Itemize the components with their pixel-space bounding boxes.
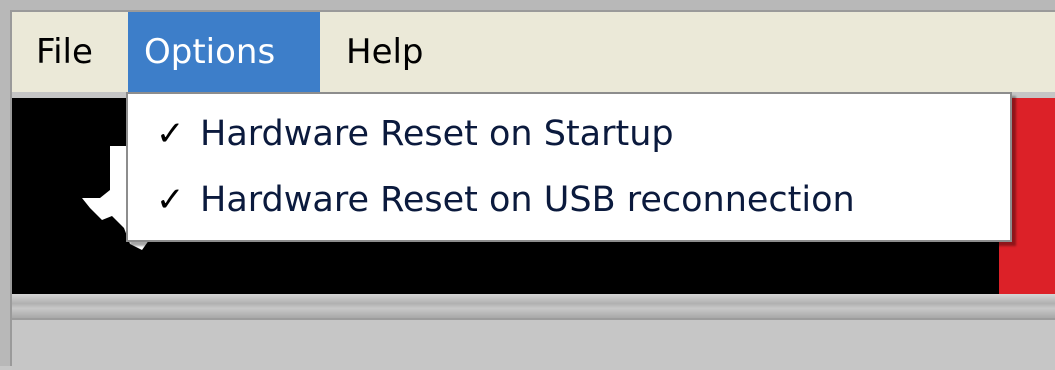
menu-options[interactable]: Options: [128, 12, 320, 92]
window-frame-top: [0, 0, 1055, 10]
menu-bar: File Options Help: [12, 12, 1055, 92]
window-frame-left: [0, 0, 10, 366]
options-dropdown-menu: ✓ Hardware Reset on Startup ✓ Hardware R…: [126, 92, 1012, 242]
menu-item-hardware-reset-startup[interactable]: ✓ Hardware Reset on Startup: [128, 102, 1010, 166]
menu-item-label: Hardware Reset on Startup: [200, 114, 674, 154]
menu-item-hardware-reset-usb[interactable]: ✓ Hardware Reset on USB reconnection: [128, 168, 1010, 232]
menu-file[interactable]: File: [20, 12, 109, 92]
splitter-bar[interactable]: [12, 294, 1055, 318]
menu-item-label: Hardware Reset on USB reconnection: [200, 180, 855, 220]
status-bar: [12, 318, 1055, 370]
checkmark-icon: ✓: [156, 180, 185, 220]
menu-help[interactable]: Help: [330, 12, 440, 92]
checkmark-icon: ✓: [156, 114, 185, 154]
